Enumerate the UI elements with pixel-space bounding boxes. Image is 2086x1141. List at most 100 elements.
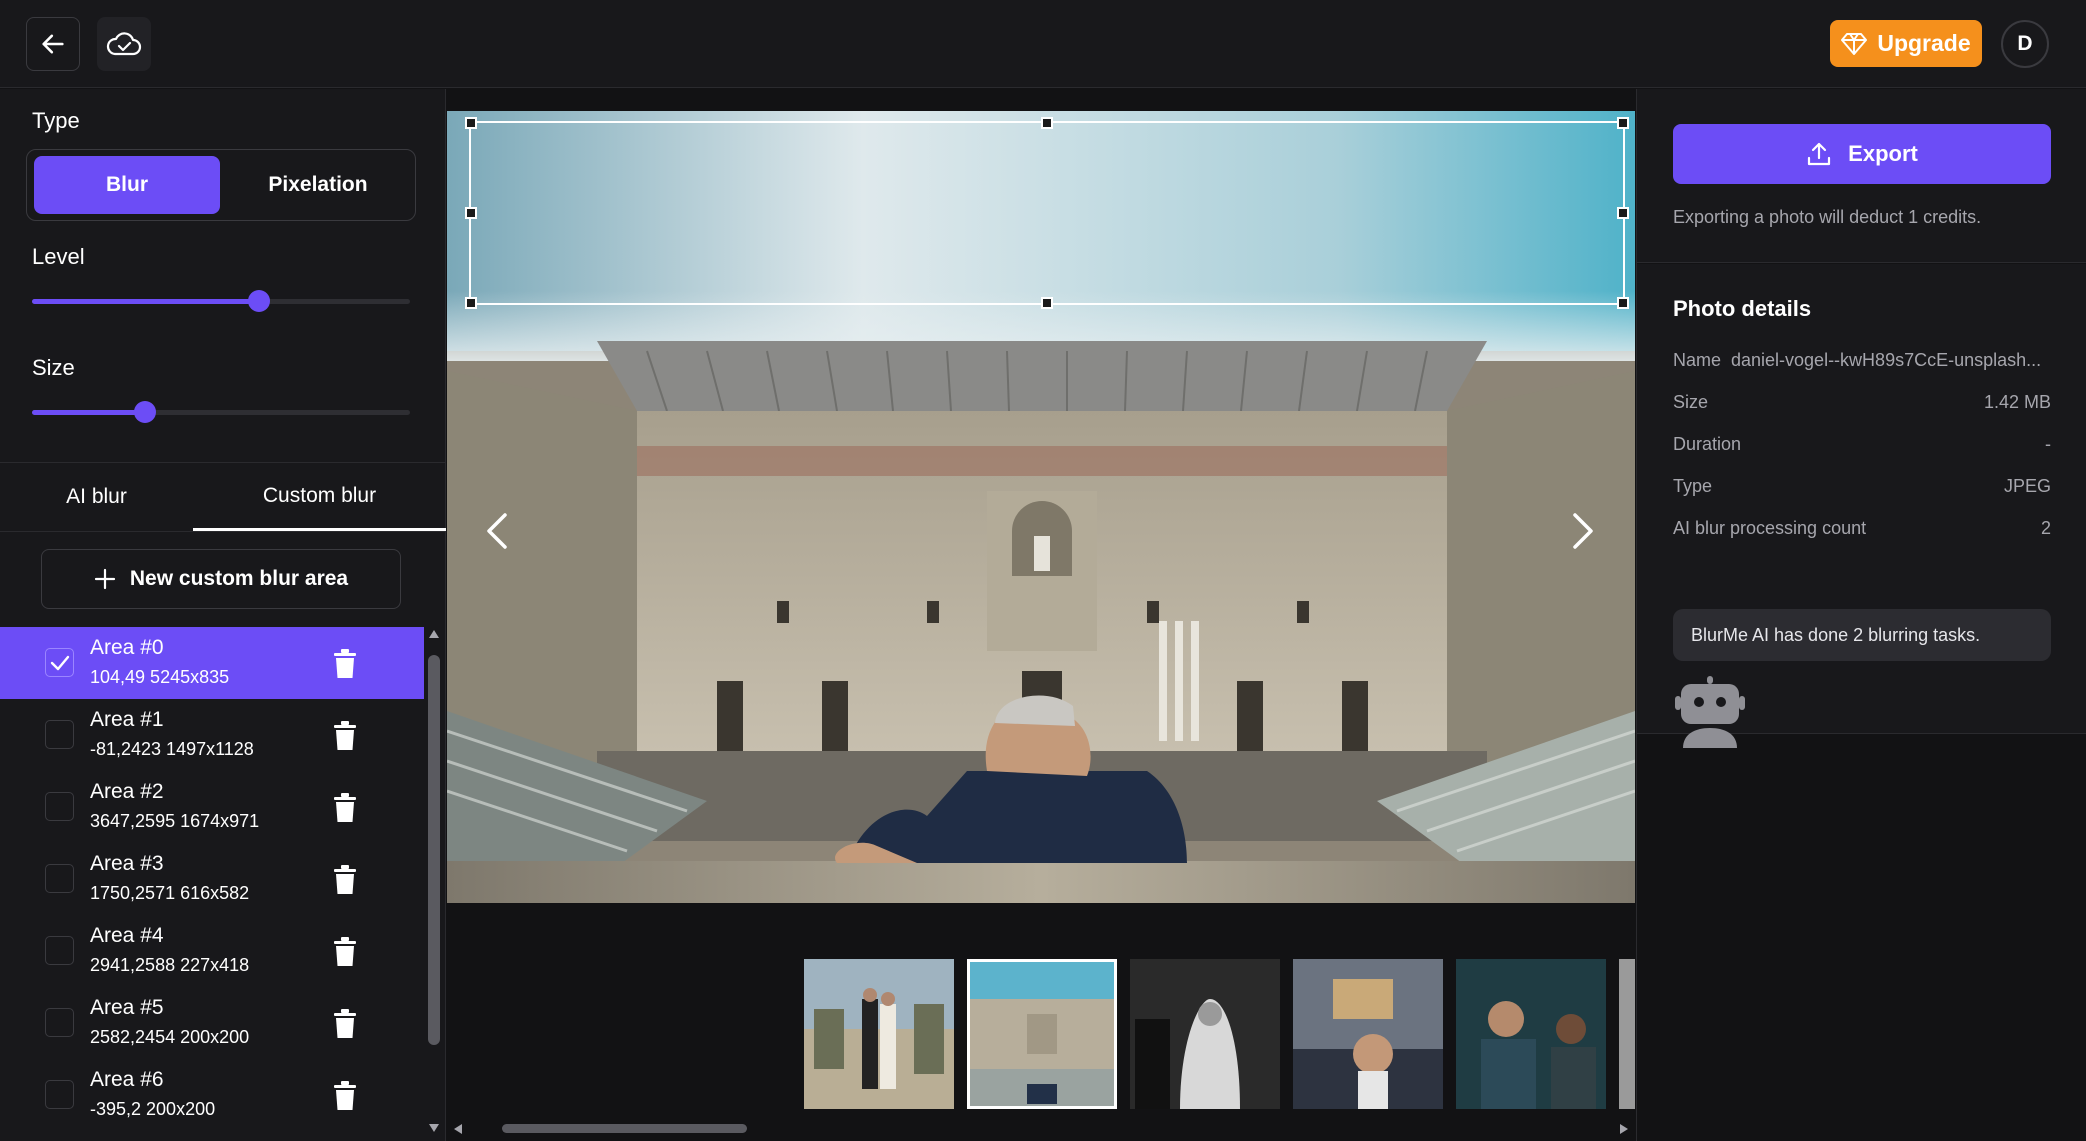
- detail-row-size: Size 1.42 MB: [1673, 392, 2051, 422]
- new-area-label: New custom blur area: [129, 567, 349, 590]
- scrollbar-thumb[interactable]: [502, 1124, 747, 1133]
- trash-icon[interactable]: [332, 1081, 358, 1111]
- diamond-icon: [1841, 32, 1868, 55]
- scroll-down-icon: [429, 1124, 439, 1132]
- detail-row-ai-count: AI blur processing count 2: [1673, 518, 2051, 548]
- chevron-left-icon: [487, 513, 507, 549]
- area-coords: 104,49 5245x835: [90, 667, 230, 687]
- thumbnail-image: [1456, 959, 1606, 1109]
- area-checkbox[interactable]: [45, 720, 74, 749]
- plus-icon: [94, 568, 115, 590]
- upload-icon: [1808, 142, 1831, 166]
- area-coords: 1750,2571 616x582: [90, 883, 250, 903]
- trash-icon[interactable]: [332, 937, 358, 967]
- area-checkbox[interactable]: [45, 864, 74, 893]
- tab-ai-blur[interactable]: AI blur: [0, 463, 193, 531]
- thumbnail-couple[interactable]: [804, 959, 954, 1109]
- trash-icon[interactable]: [332, 793, 358, 823]
- area-checkbox[interactable]: [45, 648, 74, 677]
- scrollbar-thumb[interactable]: [428, 655, 440, 1045]
- export-label: Export: [1848, 141, 1918, 166]
- blur-area-row[interactable]: Area #4 2941,2588 227x418: [0, 915, 424, 987]
- level-slider[interactable]: [32, 290, 410, 312]
- export-section: Export Exporting a photo will deduct 1 c…: [1637, 89, 2086, 263]
- next-photo-button[interactable]: [1563, 501, 1603, 561]
- detail-key: Duration: [1673, 434, 1742, 454]
- blur-area-row[interactable]: Area #5 2582,2454 200x200: [0, 987, 424, 1059]
- size-slider[interactable]: [32, 401, 410, 423]
- thumbnail-image: [1619, 959, 1635, 1109]
- detail-value: 1.42 MB: [1983, 392, 2051, 412]
- robot-icon: [1675, 676, 1745, 748]
- new-custom-blur-area-button[interactable]: New custom blur area: [41, 549, 401, 609]
- resize-handle-top[interactable]: [1041, 117, 1053, 129]
- divider: [0, 531, 446, 532]
- scroll-left-icon: [454, 1124, 462, 1134]
- blur-area-list: Area #0 104,49 5245x835 Area #1 -81,2423 14…: [0, 627, 424, 1137]
- blur-area-row[interactable]: Area #6 -395,2 200x200: [0, 1059, 424, 1131]
- upgrade-button[interactable]: Upgrade: [1830, 20, 1982, 67]
- detail-value: JPEG: [2003, 476, 2051, 496]
- area-name: Area #0: [90, 636, 164, 659]
- detail-value: daniel-vogel--kwH89s7CcE-unsplash...: [1731, 350, 2042, 370]
- trash-icon[interactable]: [332, 865, 358, 895]
- photo-details: Photo details Name daniel-vogel--kwH89s7…: [1637, 264, 2086, 748]
- detail-value: -: [2045, 434, 2051, 454]
- check-icon: [50, 655, 69, 670]
- trash-icon[interactable]: [332, 649, 358, 679]
- area-checkbox[interactable]: [45, 936, 74, 965]
- chevron-right-icon: [1573, 513, 1593, 549]
- scroll-up-icon: [429, 630, 439, 638]
- level-slider-fill: [32, 299, 259, 304]
- resize-handle-top-left[interactable]: [465, 117, 477, 129]
- thumbnail-partial[interactable]: [1619, 959, 1635, 1109]
- trash-icon[interactable]: [332, 1009, 358, 1039]
- area-coords: 3647,2595 1674x971: [90, 811, 260, 831]
- area-name: Area #1: [90, 708, 164, 731]
- resize-handle-bottom[interactable]: [1041, 297, 1053, 309]
- blur-area-row[interactable]: Area #2 3647,2595 1674x971: [0, 771, 424, 843]
- previous-photo-button[interactable]: [477, 501, 517, 561]
- level-slider-thumb[interactable]: [247, 290, 270, 312]
- photo-preview[interactable]: [447, 111, 1635, 903]
- thumbnail-men[interactable]: [1456, 959, 1606, 1109]
- area-name: Area #3: [90, 852, 164, 875]
- thumbnail-theatre[interactable]: [967, 959, 1117, 1109]
- area-name: Area #6: [90, 1068, 164, 1091]
- blur-area-row[interactable]: Area #1 -81,2423 1497x1128: [0, 699, 424, 771]
- trash-icon[interactable]: [332, 721, 358, 751]
- left-panel: Type Blur Pixelation Level Size AI blur …: [0, 89, 446, 1141]
- blur-area-row[interactable]: Area #3 1750,2571 616x582: [0, 843, 424, 915]
- photo-thumbnail-strip: [804, 959, 1635, 1109]
- size-slider-thumb[interactable]: [134, 401, 157, 423]
- level-label: Level: [32, 244, 85, 269]
- detail-key: Name: [1673, 350, 1722, 370]
- area-checkbox[interactable]: [45, 792, 74, 821]
- area-checkbox[interactable]: [45, 1080, 74, 1109]
- thumbnail-bride[interactable]: [1130, 959, 1280, 1109]
- resize-handle-top-right[interactable]: [1617, 117, 1629, 129]
- pixelation-option[interactable]: Pixelation: [225, 156, 411, 214]
- blur-option[interactable]: Blur: [34, 156, 220, 214]
- resize-handle-left[interactable]: [465, 207, 477, 219]
- resize-handle-right[interactable]: [1617, 207, 1629, 219]
- avatar[interactable]: D: [2001, 20, 2049, 68]
- blur-area-row[interactable]: Area #0 104,49 5245x835: [0, 627, 424, 699]
- cloud-save-button[interactable]: [97, 17, 151, 71]
- area-checkbox[interactable]: [45, 1008, 74, 1037]
- resize-handle-bottom-left[interactable]: [465, 297, 477, 309]
- thumbnail-crowd[interactable]: [1293, 959, 1443, 1109]
- export-button[interactable]: Export: [1673, 124, 2051, 184]
- top-bar: Upgrade D: [0, 0, 2086, 88]
- detail-row-type: Type JPEG: [1673, 476, 2051, 506]
- cloud-check-icon: [106, 32, 142, 56]
- tab-custom-blur[interactable]: Custom blur: [193, 463, 446, 531]
- blur-area-selection[interactable]: [465, 117, 1629, 309]
- area-list-scrollbar[interactable]: [424, 627, 444, 1137]
- resize-handle-bottom-right[interactable]: [1617, 297, 1629, 309]
- editor-canvas: [447, 89, 1635, 1141]
- back-button[interactable]: [26, 17, 80, 71]
- thumbnail-scrollbar[interactable]: [447, 1119, 1635, 1137]
- area-coords: 2941,2588 227x418: [90, 955, 250, 975]
- area-coords: -81,2423 1497x1128: [90, 739, 254, 759]
